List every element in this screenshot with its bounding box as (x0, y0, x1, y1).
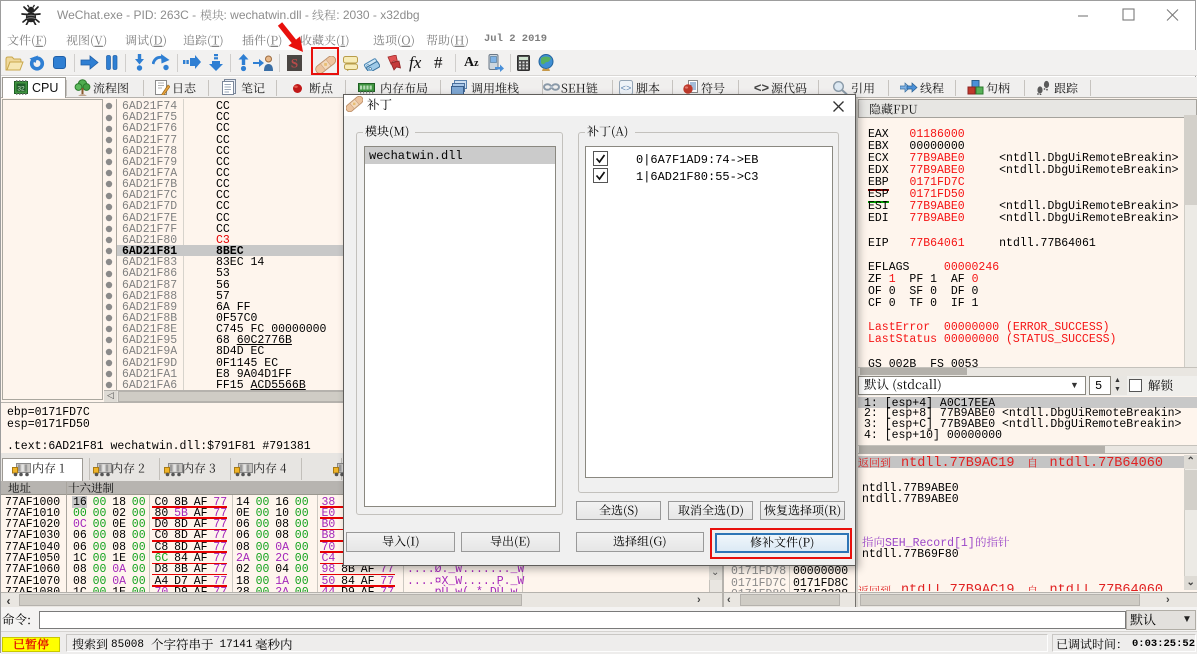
svg-text:32: 32 (17, 86, 25, 93)
svg-text:<>: <> (621, 84, 632, 94)
svg-text:<>: <> (754, 81, 770, 94)
